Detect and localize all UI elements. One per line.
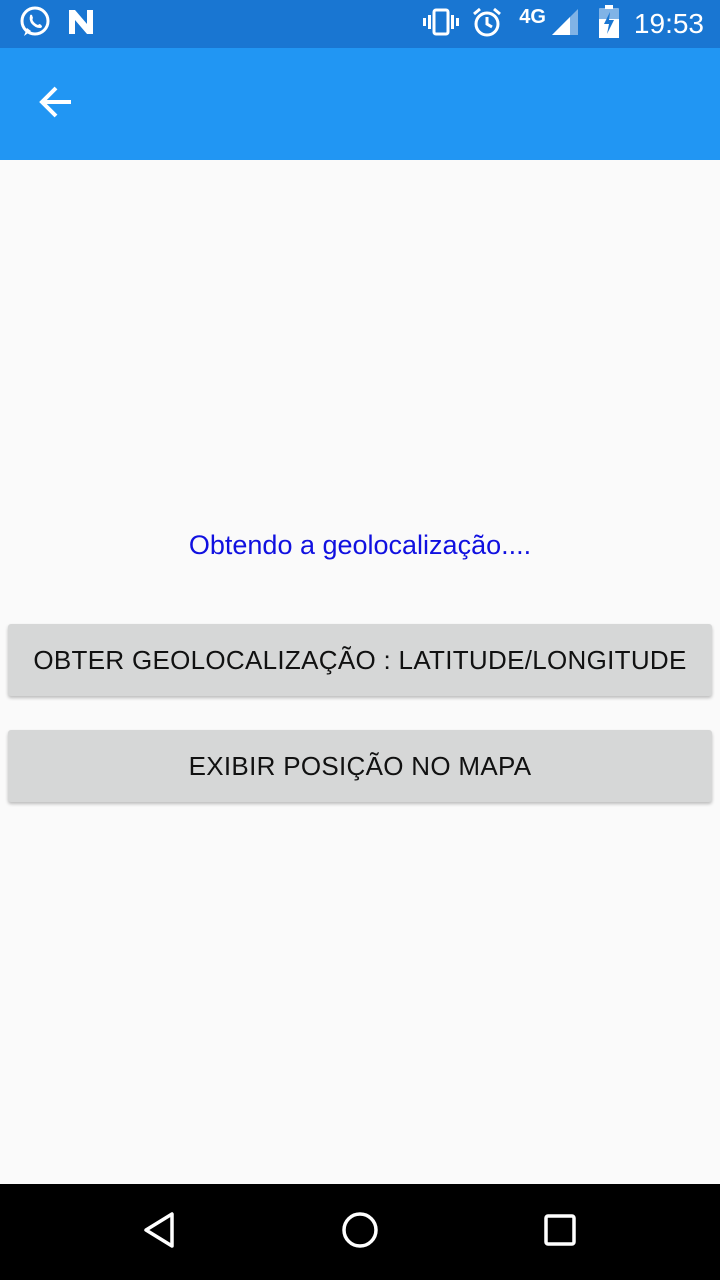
show-on-map-button[interactable]: EXIBIR POSIÇÃO NO MAPA (8, 730, 712, 802)
battery-charging-icon (598, 4, 620, 44)
whatsapp-icon (18, 5, 52, 44)
nav-back-button[interactable] (128, 1200, 192, 1264)
nav-home-button[interactable] (328, 1200, 392, 1264)
arrow-left-icon (38, 84, 74, 125)
system-icons: 4G 19:53 (423, 0, 704, 48)
notification-icons (18, 6, 96, 42)
signal-icon (550, 7, 580, 42)
n-notification-icon (66, 7, 96, 42)
nav-recents-button[interactable] (528, 1200, 592, 1264)
recents-square-icon (540, 1210, 580, 1255)
navigation-bar (0, 1184, 720, 1280)
clock: 19:53 (633, 8, 704, 39)
back-triangle-icon (140, 1210, 180, 1255)
alarm-icon (471, 6, 503, 43)
vibrate-icon (423, 7, 460, 42)
geolocation-status-text: Obtendo a geolocalização.... (188, 530, 532, 560)
get-geolocation-button[interactable]: OBTER GEOLOCALIZAÇÃO : LATITUDE/LONGITUD… (8, 624, 712, 696)
home-circle-icon (340, 1210, 380, 1255)
back-button[interactable] (24, 72, 88, 136)
app-bar (0, 48, 720, 160)
status-bar: 4G 19:53 (0, 0, 720, 48)
network-type: 4G (519, 5, 546, 28)
